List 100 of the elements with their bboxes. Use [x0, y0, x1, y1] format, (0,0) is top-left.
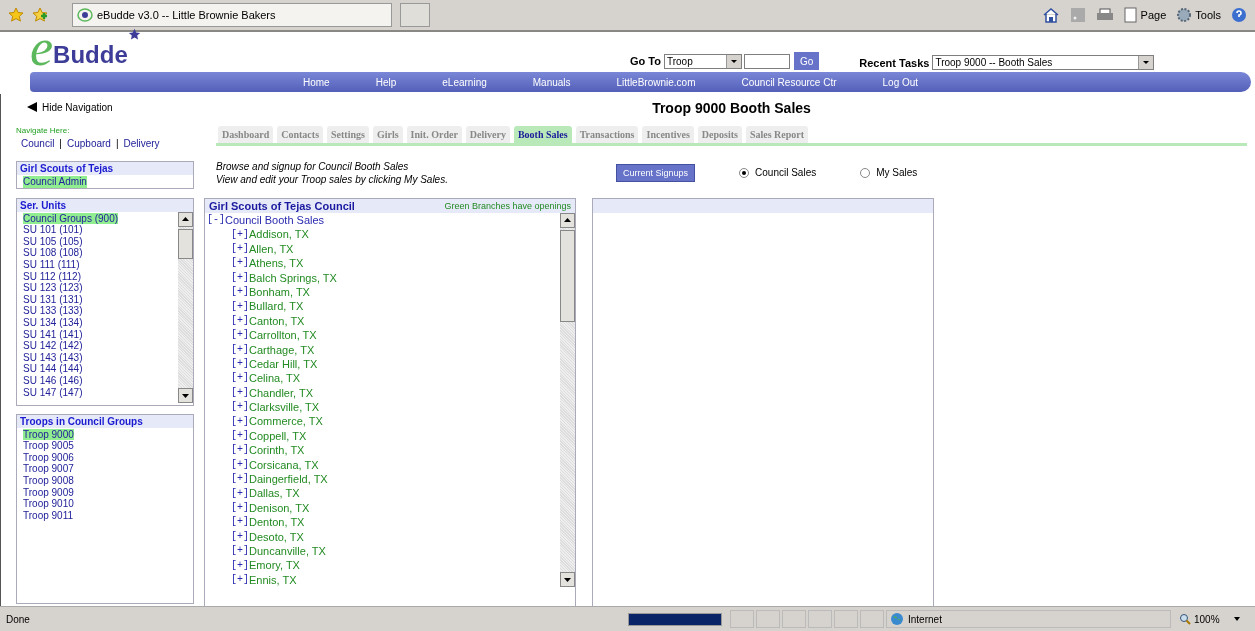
tree-node[interactable]: [+]Celina, TX [207, 371, 560, 386]
tree-node[interactable]: [+]Chandler, TX [207, 385, 560, 401]
scroll-up-button[interactable] [178, 211, 193, 227]
list-item[interactable]: SU 141 (141) [23, 328, 83, 341]
list-item[interactable]: SU 133 (133) [23, 305, 83, 317]
panel-title: Girl Scouts of Tejas [17, 162, 193, 175]
list-item[interactable]: SU 146 (146) [23, 374, 83, 387]
scrollbar-thumb[interactable] [560, 230, 575, 322]
tree-node[interactable]: [+]Carthage, TX [207, 342, 560, 357]
nav-link[interactable]: Manuals [509, 76, 594, 88]
list-item[interactable]: SU 147 (147) [23, 386, 83, 399]
current-signups-button[interactable]: Current Signups [616, 164, 696, 182]
add-favorite-icon[interactable] [32, 7, 48, 23]
nav-link[interactable]: LittleBrownie.com [593, 76, 719, 88]
tree-node[interactable]: [+]Bonham, TX [207, 284, 560, 300]
tree-node[interactable]: [+]Denison, TX [207, 500, 560, 516]
list-item[interactable]: Troop 9007 [23, 463, 74, 475]
security-zone: Internet [886, 610, 1171, 628]
gear-icon[interactable] [1176, 7, 1193, 23]
hide-navigation-link[interactable]: Hide Navigation [16, 94, 194, 120]
tree-node[interactable]: [+]Bullard, TX [207, 299, 560, 314]
list-item[interactable]: SU 112 (112) [23, 270, 81, 283]
sales-radio[interactable]: Council Sales [739, 167, 817, 178]
tree-node[interactable]: [+]Corinth, TX [207, 443, 560, 458]
list-item[interactable]: SU 101 (101) [23, 224, 83, 236]
list-item[interactable]: Council Groups (900) [23, 212, 119, 225]
dropdown-arrow-icon[interactable] [1232, 616, 1241, 622]
radio-icon[interactable] [739, 167, 750, 178]
list-item[interactable]: SU 105 (105) [23, 235, 83, 248]
list-item[interactable]: SU 134 (134) [23, 316, 83, 329]
page-menu[interactable]: Page [1123, 7, 1167, 23]
nav-link[interactable]: Home [280, 76, 353, 88]
list-item[interactable]: Troop 9000 [23, 428, 74, 441]
tree-node[interactable]: [+]Athens, TX [207, 256, 560, 271]
list-item[interactable]: SU 111 (111) [23, 258, 80, 271]
scrollbar[interactable] [178, 211, 193, 403]
tree-node[interactable]: [+]Denton, TX [207, 515, 560, 530]
list-item[interactable]: Troop 9008 [23, 474, 74, 487]
tree-node[interactable]: [+]Carrollton, TX [207, 328, 560, 343]
intro-text: View and edit your Troop sales by clicking My Sales. [216, 173, 449, 186]
tree-node[interactable]: [+]Dallas, TX [207, 486, 560, 501]
list-item[interactable]: SU 143 (143) [23, 351, 83, 364]
nav-link[interactable]: Council Resource Ctr [718, 76, 860, 88]
tree-node[interactable]: [+]Canton, TX [207, 313, 560, 329]
page-icon[interactable] [1123, 7, 1138, 23]
tree-node[interactable]: [+]Cedar Hill, TX [207, 356, 560, 372]
scroll-down-button[interactable] [560, 572, 575, 587]
new-tab-button[interactable] [400, 3, 430, 27]
zoom-control[interactable]: 100% [1173, 611, 1255, 627]
tree-node[interactable]: [+]Ennis, TX [207, 572, 560, 588]
tree-node[interactable]: [-]Council Booth Sales [207, 213, 560, 228]
tools-menu[interactable]: Tools [1176, 7, 1221, 23]
recent-tasks-select[interactable]: Troop 9000 -- Booth Sales [932, 55, 1155, 70]
list-item[interactable]: Troop 9011 [23, 509, 74, 522]
panel-title: Troops in Council Groups [17, 414, 193, 428]
list-item[interactable]: Troop 9010 [23, 498, 74, 510]
printer-icon[interactable] [1095, 7, 1114, 23]
scroll-down-button[interactable] [178, 387, 193, 403]
tree-node[interactable]: [+]Balch Springs, TX [207, 270, 560, 285]
nav-link[interactable]: Council [21, 138, 55, 149]
list-item[interactable]: SU 131 (131) [23, 293, 83, 306]
nav-link[interactable]: Cupboard [66, 138, 111, 149]
scrollbar[interactable] [560, 213, 575, 587]
zoom-icon[interactable] [1179, 613, 1191, 625]
radio-icon[interactable] [860, 167, 871, 178]
nav-link[interactable]: Delivery [123, 138, 160, 149]
list-item[interactable]: SU 142 (142) [23, 340, 83, 352]
list-item[interactable]: SU 108 (108) [23, 247, 83, 259]
tree-node[interactable]: [+]Allen, TX [207, 241, 560, 257]
tree-node[interactable]: [+]Desoto, TX [207, 529, 560, 544]
list-item[interactable]: Troop 9009 [23, 486, 74, 499]
list-item[interactable]: SU 123 (123) [23, 282, 83, 294]
left-arrow-icon[interactable] [26, 101, 38, 113]
nav-link[interactable]: Help [352, 76, 420, 88]
tree-node[interactable]: [+]Emory, TX [207, 558, 560, 573]
tree-node[interactable]: [+]Addison, TX [207, 227, 560, 242]
list-item[interactable]: SU 144 (144) [23, 363, 83, 375]
scroll-up-button[interactable] [560, 213, 575, 228]
sales-radio[interactable]: My Sales [860, 167, 918, 178]
tree-node[interactable]: [+]Coppell, TX [207, 428, 560, 444]
tab[interactable]: Booth Sales [513, 126, 572, 143]
browser-tab[interactable]: eBudde v3.0 -- Little Brownie Bakers [72, 3, 392, 27]
go-button[interactable]: Go [793, 52, 820, 70]
home-icon[interactable] [1041, 7, 1060, 23]
goto-select[interactable]: Troop [663, 53, 742, 69]
star-icon[interactable] [8, 7, 24, 23]
list-item[interactable]: Troop 9005 [23, 440, 74, 452]
tree-node[interactable]: [+]Clarksville, TX [207, 400, 560, 415]
goto-input[interactable] [743, 53, 790, 69]
list-item[interactable]: Council Admin [23, 176, 87, 188]
nav-link[interactable]: eLearning [419, 76, 510, 88]
separator: | [115, 138, 119, 149]
tree-node[interactable]: [+]Corsicana, TX [207, 457, 560, 473]
tree-node[interactable]: [+]Daingerfield, TX [207, 472, 560, 487]
tree-node[interactable]: [+]Commerce, TX [207, 414, 560, 429]
list-item[interactable]: Troop 9006 [23, 451, 74, 464]
tree-node[interactable]: [+]Duncanville, TX [207, 544, 560, 559]
help-icon[interactable] [1231, 7, 1247, 23]
scrollbar-thumb[interactable] [178, 228, 193, 259]
nav-link[interactable]: Log Out [859, 76, 942, 88]
